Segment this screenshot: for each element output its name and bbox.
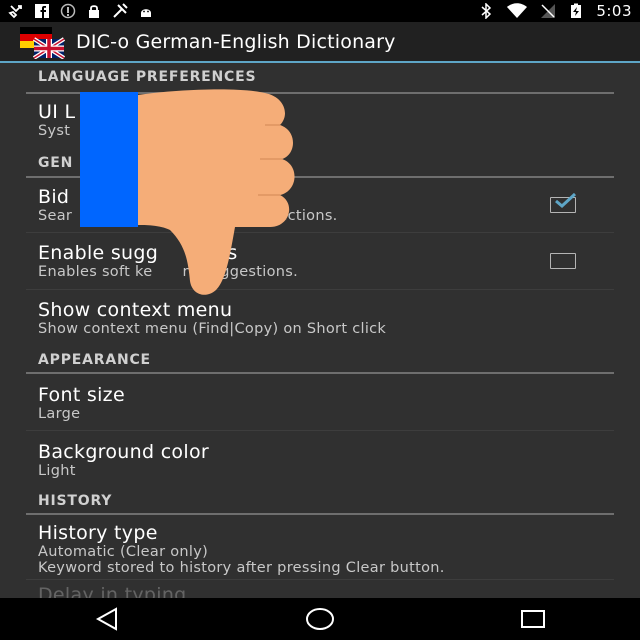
- facebook-icon: [35, 4, 49, 18]
- no-signal-icon: [541, 4, 556, 18]
- action-bar: DIC-o German-English Dictionary: [0, 22, 640, 62]
- pref-title: Font size: [38, 384, 125, 406]
- status-time: 5:03: [596, 2, 632, 20]
- pref-font-size[interactable]: Font size Large: [38, 381, 614, 431]
- pref-history-type[interactable]: History type Automatic (Clear only) Keyw…: [38, 519, 614, 579]
- category-history: HISTORY: [38, 493, 113, 509]
- home-button[interactable]: [300, 604, 340, 634]
- wifi-icon: [507, 3, 528, 18]
- pref-title: Show context menu: [38, 299, 233, 321]
- recents-button[interactable]: [513, 604, 553, 634]
- pref-summary: Light: [38, 463, 76, 479]
- pref-title: Enable suggons: [38, 242, 614, 264]
- category-language-preferences: LANGUAGE PREFERENCES: [38, 69, 257, 85]
- recents-icon: [521, 610, 546, 628]
- status-bar: 5:03: [0, 0, 640, 22]
- category-divider: [26, 513, 614, 515]
- category-appearance: APPEARANCE: [38, 352, 151, 368]
- bluetooth-icon: [481, 3, 492, 19]
- android-icon: [141, 9, 151, 17]
- pref-delay-in-typing[interactable]: Delay in typing: [38, 583, 614, 598]
- pref-enable-suggestions[interactable]: Enable suggons Enables soft kerd suggest…: [38, 239, 614, 289]
- divider: [26, 289, 614, 290]
- pref-summary: Automatic (Clear only): [38, 544, 209, 560]
- navigation-bar: [0, 598, 640, 640]
- status-left-icons: [8, 3, 154, 19]
- pref-summary: Large: [38, 406, 81, 422]
- lock-icon: [89, 5, 99, 18]
- app-title: DIC-o German-English Dictionary: [76, 31, 396, 53]
- divider: [26, 232, 614, 233]
- status-right-icons: 5:03: [478, 2, 632, 20]
- pref-background-color[interactable]: Background color Light: [38, 438, 614, 488]
- pref-summary-start: Sear: [38, 208, 73, 224]
- back-icon: [95, 607, 117, 631]
- home-icon: [305, 608, 334, 630]
- category-general: GEN: [38, 155, 74, 171]
- pref-summary: Enables soft ke rd suggestions.: [38, 264, 614, 280]
- pref-summary: Show context menu (Find|Copy) on Short c…: [38, 321, 387, 337]
- pref-title: History type: [38, 522, 158, 544]
- suggestions-checkbox[interactable]: [550, 253, 576, 269]
- divider: [26, 430, 614, 431]
- missed-call-icon: [8, 5, 22, 19]
- tools-icon: [113, 3, 128, 18]
- divider: [26, 579, 614, 580]
- battery-charging-icon: [571, 3, 582, 18]
- pref-title: Delay in typing: [38, 584, 187, 598]
- bidirectional-checkbox[interactable]: [550, 192, 577, 213]
- category-divider: [26, 372, 614, 374]
- thumbs-down-icon: [138, 89, 295, 295]
- cast-icon: [60, 3, 76, 19]
- pref-title: Background color: [38, 441, 209, 463]
- back-button[interactable]: [87, 604, 127, 634]
- check-icon: [555, 192, 577, 208]
- pref-summary-line2: Keyword stored to history after pressing…: [38, 560, 445, 576]
- app-logo-flags-icon: [20, 27, 66, 59]
- pref-show-context-menu[interactable]: Show context menu Show context menu (Fin…: [38, 296, 614, 346]
